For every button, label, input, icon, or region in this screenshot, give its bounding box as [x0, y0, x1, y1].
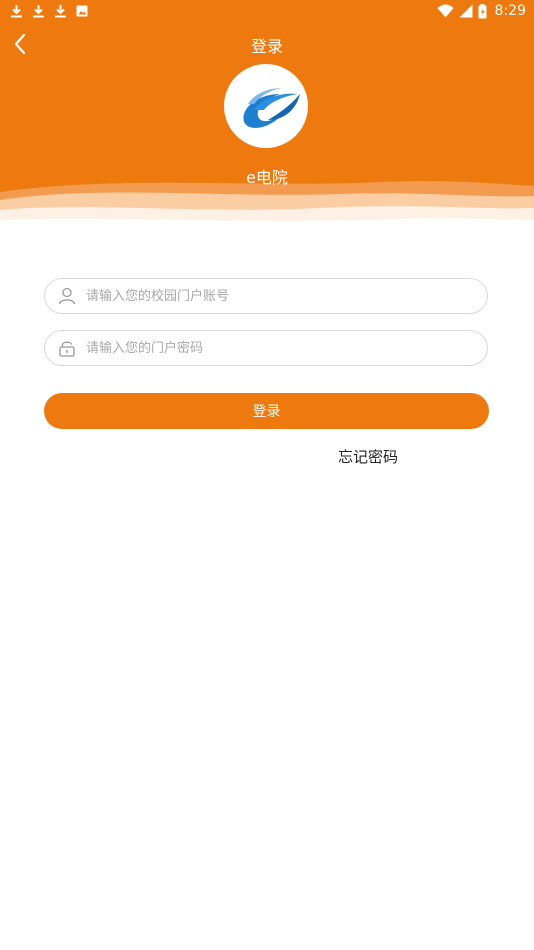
lock-icon	[59, 341, 75, 357]
download-icon	[55, 5, 66, 18]
user-icon	[58, 287, 76, 305]
page-title: 登录	[250, 37, 283, 56]
forgot-password-link[interactable]: 忘记密码	[338, 446, 398, 467]
image-icon	[76, 5, 88, 17]
download-icon	[11, 5, 22, 18]
header: 8:29 登录 e电院	[0, 0, 534, 230]
status-time: 8:29	[494, 3, 526, 19]
battery-icon	[478, 3, 487, 18]
app-name: e电院	[246, 168, 288, 187]
download-icon	[33, 5, 44, 18]
signal-icon	[459, 4, 473, 18]
username-input[interactable]	[86, 279, 476, 313]
password-input[interactable]	[86, 331, 476, 365]
status-bar: 8:29	[0, 0, 534, 24]
login-button[interactable]: 登录	[44, 393, 489, 429]
app-logo	[224, 64, 308, 148]
wifi-icon	[437, 4, 454, 18]
password-field[interactable]	[44, 330, 488, 366]
username-field[interactable]	[44, 278, 488, 314]
